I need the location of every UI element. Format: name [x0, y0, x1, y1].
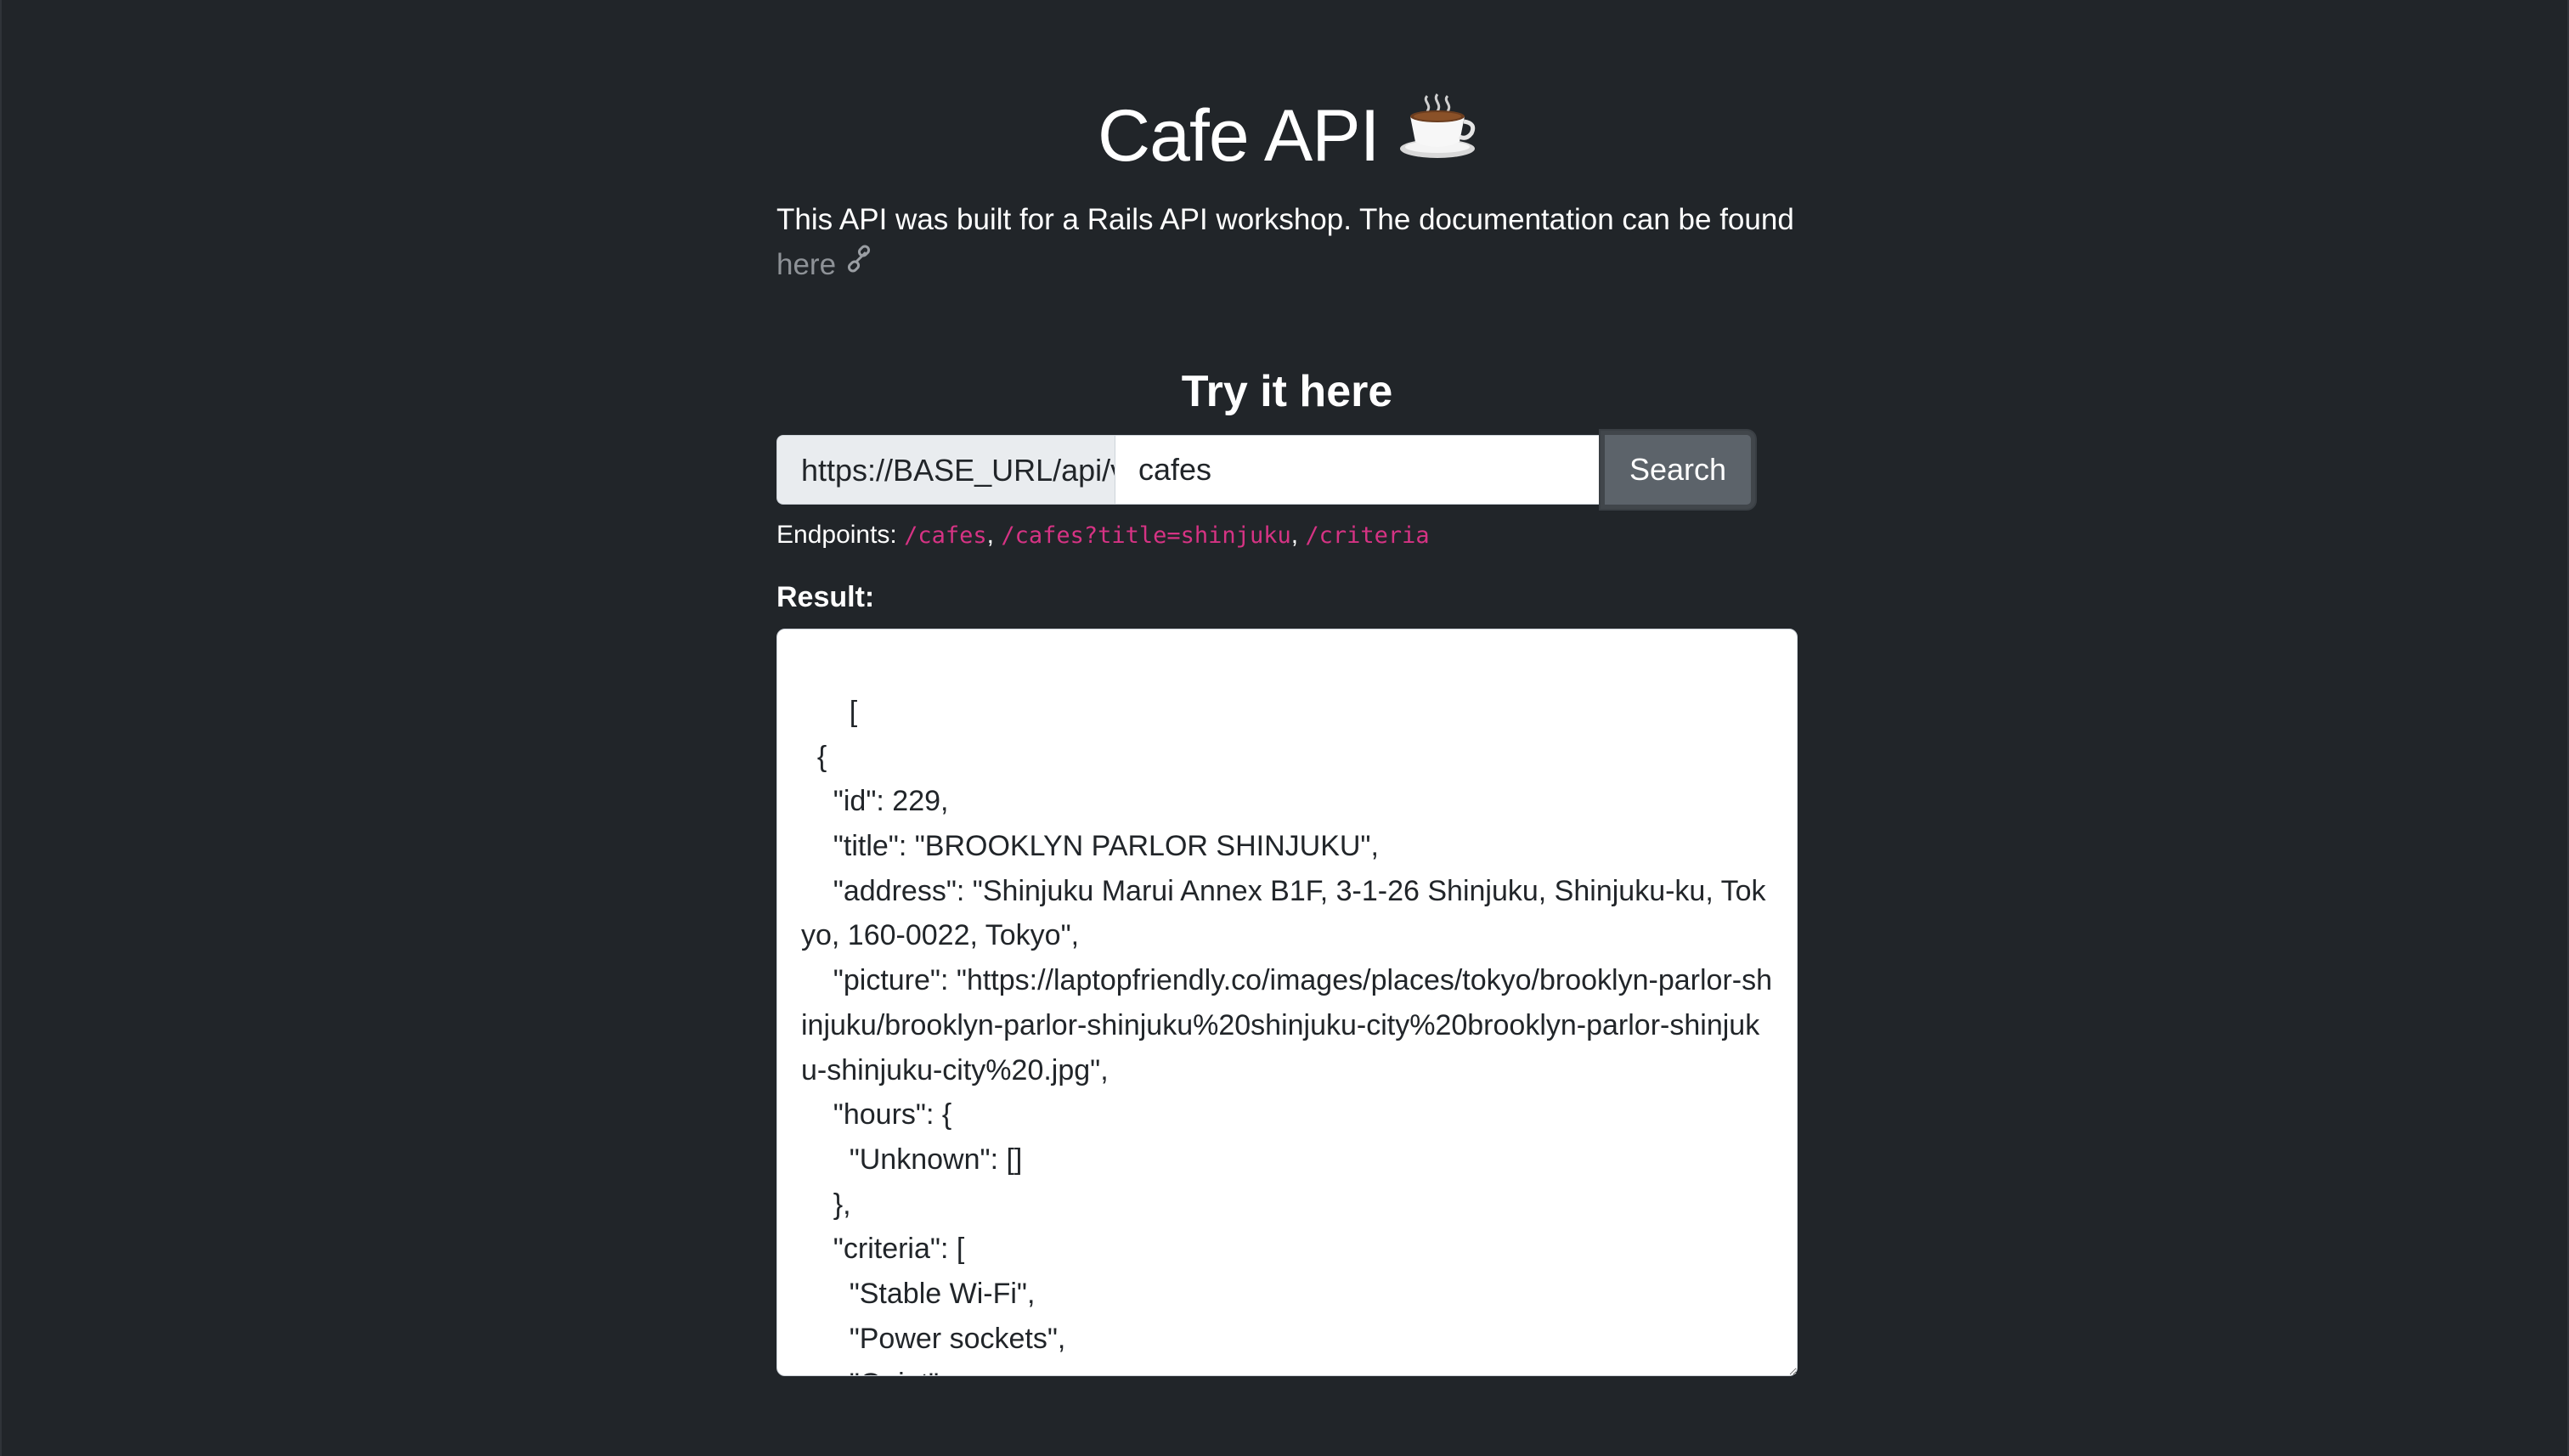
title-row: Cafe API: [776, 85, 1798, 187]
result-label: Result:: [776, 581, 875, 614]
documentation-link[interactable]: here: [776, 248, 836, 281]
try-it-heading: Try it here: [1181, 367, 1393, 417]
result-textarea[interactable]: [ { "id": 229, "title": "BROOKLYN PARLOR…: [776, 629, 1798, 1377]
coffee-cup-icon: [1398, 93, 1476, 208]
result-json: [ { "id": 229, "title": "BROOKLYN PARLOR…: [801, 695, 1772, 1375]
endpoint-query-input[interactable]: [1115, 435, 1601, 505]
search-button[interactable]: Search: [1601, 431, 1755, 510]
link-icon: [844, 241, 873, 286]
endpoints-label: Endpoints:: [776, 521, 897, 550]
endpoint-separator: ,: [986, 521, 1002, 550]
main-container: Cafe API This API was built for a Rails …: [776, 85, 1798, 1377]
endpoint-cafes-title-shinjuku[interactable]: /cafes?title=shinjuku: [1001, 522, 1290, 549]
endpoint-cafes[interactable]: /cafes: [904, 522, 987, 549]
endpoint-separator: ,: [1290, 521, 1306, 550]
intro-text: This API was built for a Rails API works…: [776, 203, 1794, 236]
page: Cafe API This API was built for a Rails …: [0, 0, 2569, 1456]
api-search-form: https://BASE_URL/api/v1/ Search: [776, 431, 1804, 510]
resize-handle-icon[interactable]: [1778, 1357, 1793, 1372]
endpoint-criteria[interactable]: /criteria: [1305, 522, 1429, 549]
intro-paragraph: This API was built for a Rails API works…: [776, 197, 1798, 289]
base-url-prefix: https://BASE_URL/api/v1/: [776, 435, 1151, 505]
page-title: Cafe API: [1098, 95, 1380, 177]
endpoints-list: Endpoints: /cafes, /cafes?title=shinjuku…: [776, 516, 1798, 554]
